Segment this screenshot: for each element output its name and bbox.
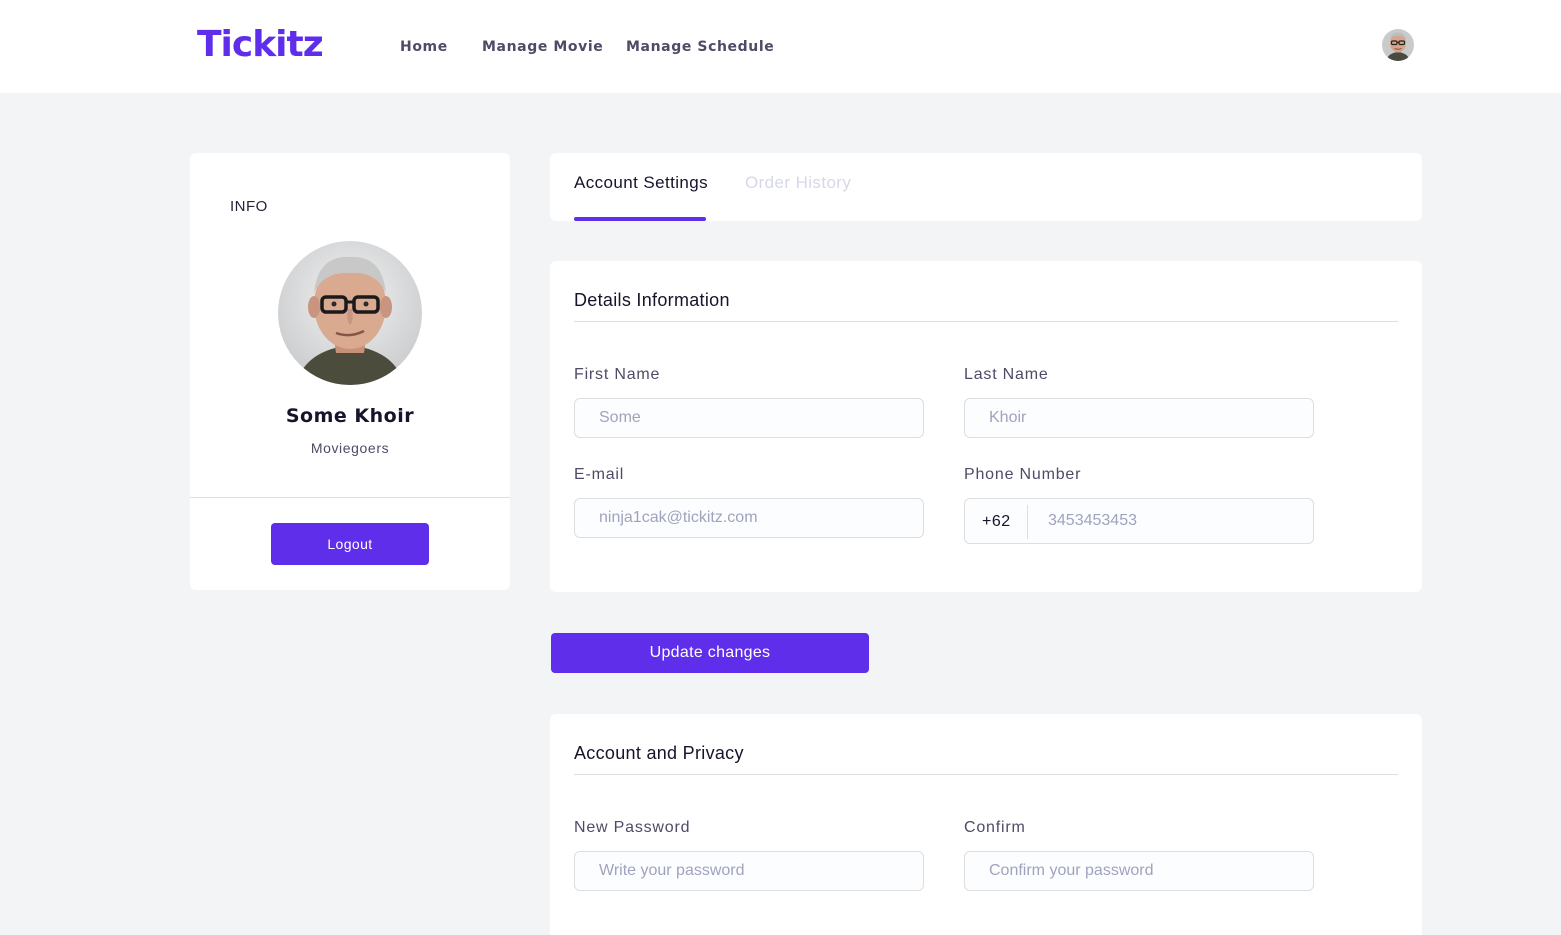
- last-name-label: Last Name: [964, 366, 1049, 383]
- profile-role: Moviegoers: [310, 440, 390, 456]
- info-section-title: INFO: [230, 198, 268, 215]
- avatar-face-icon: [1382, 29, 1414, 61]
- profile-photo-icon: [278, 241, 422, 385]
- tab-account-settings[interactable]: Account Settings: [574, 173, 708, 193]
- details-information-card: Details Information First Name Last Name…: [550, 261, 1422, 592]
- phone-country-code: +62: [982, 513, 1011, 530]
- tickitz-logo[interactable]: Tickitz: [197, 24, 324, 65]
- confirm-password-label: Confirm: [964, 819, 1026, 836]
- account-privacy-card: Account and Privacy New Password Confirm: [550, 714, 1422, 935]
- profile-info-card: INFO Some Khoir Moviegoers Logout: [190, 153, 510, 590]
- phone-number-field: +62: [964, 498, 1314, 544]
- phone-number-label: Phone Number: [964, 466, 1082, 483]
- nav-home-link[interactable]: Home: [400, 39, 448, 55]
- info-divider: [190, 497, 510, 498]
- details-divider: [574, 321, 1398, 322]
- phone-number-input[interactable]: [1028, 499, 1312, 543]
- last-name-input[interactable]: [964, 398, 1314, 438]
- first-name-input[interactable]: [574, 398, 924, 438]
- nav-manage-schedule-link[interactable]: Manage Schedule: [626, 39, 774, 55]
- user-avatar-icon[interactable]: [1382, 29, 1414, 61]
- confirm-password-input[interactable]: [964, 851, 1314, 891]
- email-label: E-mail: [574, 466, 625, 483]
- privacy-divider: [574, 774, 1398, 775]
- details-section-title: Details Information: [574, 290, 730, 310]
- top-navbar: Tickitz Home Manage Movie Manage Schedul…: [0, 0, 1561, 93]
- logout-button[interactable]: Logout: [271, 523, 429, 565]
- profile-name: Some Khoir: [285, 405, 415, 427]
- tab-order-history[interactable]: Order History: [745, 173, 851, 193]
- profile-face-icon: [278, 241, 422, 385]
- first-name-label: First Name: [574, 366, 661, 383]
- privacy-section-title: Account and Privacy: [574, 743, 744, 763]
- nav-manage-movie-link[interactable]: Manage Movie: [482, 39, 603, 55]
- new-password-input[interactable]: [574, 851, 924, 891]
- email-input[interactable]: [574, 498, 924, 538]
- update-changes-button[interactable]: Update changes: [551, 633, 869, 673]
- profile-tabs: Account Settings Order History: [550, 153, 1422, 221]
- active-tab-indicator: [574, 217, 706, 221]
- new-password-label: New Password: [574, 819, 691, 836]
